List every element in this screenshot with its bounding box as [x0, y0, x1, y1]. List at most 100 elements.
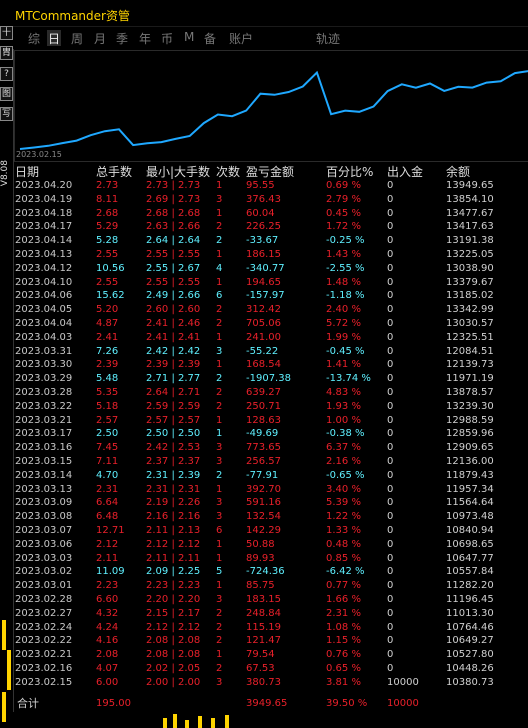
cell-count: 2: [216, 607, 223, 619]
cell-deposit: 0: [387, 552, 394, 564]
table-row[interactable]: 2023.04.10 2.55 2.55 | 2.55 1 194.65 1.48 % 0 1…: [13, 276, 528, 290]
cell-percent: 0.85 %: [326, 552, 361, 564]
cell-balance: 10698.65: [446, 538, 494, 550]
cell-deposit: 0: [387, 318, 394, 329]
tab-month[interactable]: 月: [93, 30, 107, 46]
table-row[interactable]: 2023.02.22 4.16 2.08 | 2.08 2 121.47 1.15 % 0 1…: [13, 634, 528, 648]
table-row[interactable]: 2023.03.15 7.11 2.37 | 2.37 3 256.57 2.16 % 0 1…: [13, 455, 528, 469]
cell-lots: 10.56: [96, 262, 125, 274]
tab-backup[interactable]: 备: [203, 30, 217, 46]
cell-count: 1: [216, 359, 223, 371]
cell-pnl: 194.65: [246, 276, 281, 288]
table-row[interactable]: 2023.03.16 7.45 2.42 | 2.53 3 773.65 6.37 % 0 1…: [13, 441, 528, 455]
cell-percent: 0.77 %: [326, 580, 361, 592]
cell-lots: 4.24: [96, 621, 119, 633]
tab-m[interactable]: M: [183, 30, 195, 46]
cell-minmax: 2.55 | 2.55: [146, 276, 201, 288]
cell-deposit: 0: [387, 594, 394, 605]
cell-pnl: -49.69: [246, 428, 279, 440]
help-icon[interactable]: ?: [0, 67, 13, 81]
table-row[interactable]: 2023.03.02 11.09 2.09 | 2.25 5 -724.36 -6.42 …: [13, 565, 528, 579]
tab-day[interactable]: 日: [47, 30, 62, 46]
cell-lots: 12.71: [96, 525, 125, 536]
cell-minmax: 2.02 | 2.05: [146, 663, 201, 674]
cell-percent: 2.16 %: [326, 456, 361, 467]
cell-percent: 2.40 %: [326, 304, 361, 316]
header-deposit[interactable]: 出入金: [387, 163, 423, 179]
cell-pnl: 85.75: [246, 580, 275, 592]
header-minmax[interactable]: 最小|大手数: [146, 163, 210, 179]
table-row[interactable]: 2023.04.14 5.28 2.64 | 2.64 2 -33.67 -0.25 % 0…: [13, 234, 528, 248]
header-percent[interactable]: 百分比%: [326, 163, 373, 179]
table-row[interactable]: 2023.03.13 2.31 2.31 | 2.31 1 392.70 3.40 % 0 1…: [13, 483, 528, 497]
table-row[interactable]: 2023.04.06 15.62 2.49 | 2.66 6 -157.97 -1.18 …: [13, 289, 528, 303]
header-lots[interactable]: 总手数: [96, 163, 132, 179]
table-row[interactable]: 2023.04.13 2.55 2.55 | 2.55 1 186.15 1.43 % 0 1…: [13, 248, 528, 262]
table-row[interactable]: 2023.04.20 2.73 2.73 | 2.73 1 95.55 0.69 % 0 13…: [13, 179, 528, 193]
cell-deposit: 0: [387, 207, 394, 219]
table-row[interactable]: 2023.02.27 4.32 2.15 | 2.17 2 248.84 2.31 % 0 1…: [13, 607, 528, 621]
cell-lots: 7.45: [96, 442, 119, 454]
table-row[interactable]: 2023.04.03 2.41 2.41 | 2.41 1 241.00 1.99 % 0 1…: [13, 331, 528, 345]
header-count[interactable]: 次数: [216, 163, 240, 179]
table-row[interactable]: 2023.04.04 4.87 2.41 | 2.46 2 705.06 5.72 % 0 1…: [13, 317, 528, 331]
table-row[interactable]: 2023.03.08 6.48 2.16 | 2.16 3 132.54 1.22 % 0 1…: [13, 510, 528, 524]
cell-balance: 11879.43: [446, 469, 494, 481]
table-row[interactable]: 2023.03.03 2.11 2.11 | 2.11 1 89.93 0.85 % 0 10…: [13, 552, 528, 566]
tab-currency[interactable]: 币: [160, 30, 174, 46]
table-row[interactable]: 2023.03.29 5.48 2.71 | 2.77 2 -1907.38 -13.74…: [13, 372, 528, 386]
table-row[interactable]: 2023.03.22 5.18 2.59 | 2.59 2 250.71 1.93 % 0 1…: [13, 400, 528, 414]
table-row[interactable]: 2023.04.19 8.11 2.69 | 2.73 3 376.43 2.79 % 0 1…: [13, 193, 528, 207]
cell-minmax: 2.39 | 2.39: [146, 359, 201, 371]
edit-icon[interactable]: 写: [0, 107, 13, 121]
cell-lots: 5.28: [96, 235, 119, 247]
table-row[interactable]: 2023.04.17 5.29 2.63 | 2.66 2 226.25 1.72 % 0 1…: [13, 220, 528, 234]
table-row[interactable]: 2023.03.09 6.64 2.19 | 2.26 3 591.16 5.39 % 0 1…: [13, 496, 528, 510]
table-row[interactable]: 2023.03.07 12.71 2.11 | 2.13 6 142.29 1.33 % 0…: [13, 524, 528, 538]
table-row[interactable]: 2023.03.31 7.26 2.42 | 2.42 3 -55.22 -0.45 % 0…: [13, 345, 528, 359]
header-balance[interactable]: 余额: [446, 163, 470, 179]
tab-overview[interactable]: 综: [27, 30, 41, 46]
equity-line-chart: [19, 70, 528, 150]
version-label: V8.08: [0, 160, 10, 187]
header-date[interactable]: 日期: [15, 163, 39, 179]
table-row[interactable]: 2023.04.12 10.56 2.55 | 2.67 4 -340.77 -2.55 …: [13, 262, 528, 276]
table-row[interactable]: 2023.02.21 2.08 2.08 | 2.08 1 79.54 0.76 % 0 10…: [13, 648, 528, 662]
table-row[interactable]: 2023.03.28 5.35 2.64 | 2.71 2 639.27 4.83 % 0 1…: [13, 386, 528, 400]
header-pnl[interactable]: 盈亏金额: [246, 163, 294, 179]
tab-account[interactable]: 账户: [228, 30, 254, 46]
tab-quarter[interactable]: 季: [115, 30, 129, 46]
cell-lots: 2.50: [96, 428, 119, 440]
cell-balance: 12084.51: [446, 345, 494, 357]
cell-balance: 11282.20: [446, 580, 494, 592]
tab-year[interactable]: 年: [138, 30, 152, 46]
table-row[interactable]: 2023.03.14 4.70 2.31 | 2.39 2 -77.91 -0.65 % 0…: [13, 469, 528, 483]
table-row[interactable]: 2023.02.15 6.00 2.00 | 2.00 3 380.73 3.81 % 10…: [13, 676, 528, 690]
cell-percent: 4.83 %: [326, 387, 361, 398]
table-row[interactable]: 2023.03.06 2.12 2.12 | 2.12 1 50.88 0.48 % 0 10…: [13, 538, 528, 552]
table-row[interactable]: 2023.04.18 2.68 2.68 | 2.68 1 60.04 0.45 % 0 13…: [13, 207, 528, 221]
tab-week[interactable]: 周: [70, 30, 84, 46]
table-row[interactable]: 2023.02.16 4.07 2.02 | 2.05 2 67.53 0.65 % 0 10…: [13, 662, 528, 676]
cell-balance: 11013.30: [446, 607, 494, 619]
table-row[interactable]: 2023.03.17 2.50 2.50 | 2.50 1 -49.69 -0.38 % 0…: [13, 427, 528, 441]
cell-deposit: 0: [387, 607, 394, 619]
crosshair-icon[interactable]: 十: [0, 26, 13, 40]
chart-icon[interactable]: 图: [0, 87, 13, 101]
cell-pnl: -55.22: [246, 345, 279, 357]
table-row[interactable]: 2023.03.01 2.23 2.23 | 2.23 1 85.75 0.77 % 0 11…: [13, 579, 528, 593]
cell-deposit: 0: [387, 304, 394, 316]
cell-count: 3: [216, 511, 223, 523]
table-row[interactable]: 2023.03.21 2.57 2.57 | 2.57 1 128.63 1.00 % 0 1…: [13, 414, 528, 428]
table-row[interactable]: 2023.02.28 6.60 2.20 | 2.20 3 183.15 1.66 % 0 1…: [13, 593, 528, 607]
cell-lots: 15.62: [96, 290, 125, 302]
cell-date: 2023.02.21: [15, 649, 73, 661]
table-row[interactable]: 2023.03.30 2.39 2.39 | 2.39 1 168.54 1.41 % 0 1…: [13, 358, 528, 372]
tab-track[interactable]: 轨迹: [315, 30, 341, 46]
table-row[interactable]: 2023.02.24 4.24 2.12 | 2.12 2 115.19 1.08 % 0 1…: [13, 621, 528, 635]
cell-date: 2023.04.05: [15, 304, 73, 316]
cell-lots: 4.87: [96, 318, 119, 329]
table-row[interactable]: 2023.04.05 5.20 2.60 | 2.60 2 312.42 2.40 % 0 1…: [13, 303, 528, 317]
sidebar-tool-icon[interactable]: 胄: [0, 46, 13, 60]
window-title: MTCommander资管: [15, 9, 130, 23]
